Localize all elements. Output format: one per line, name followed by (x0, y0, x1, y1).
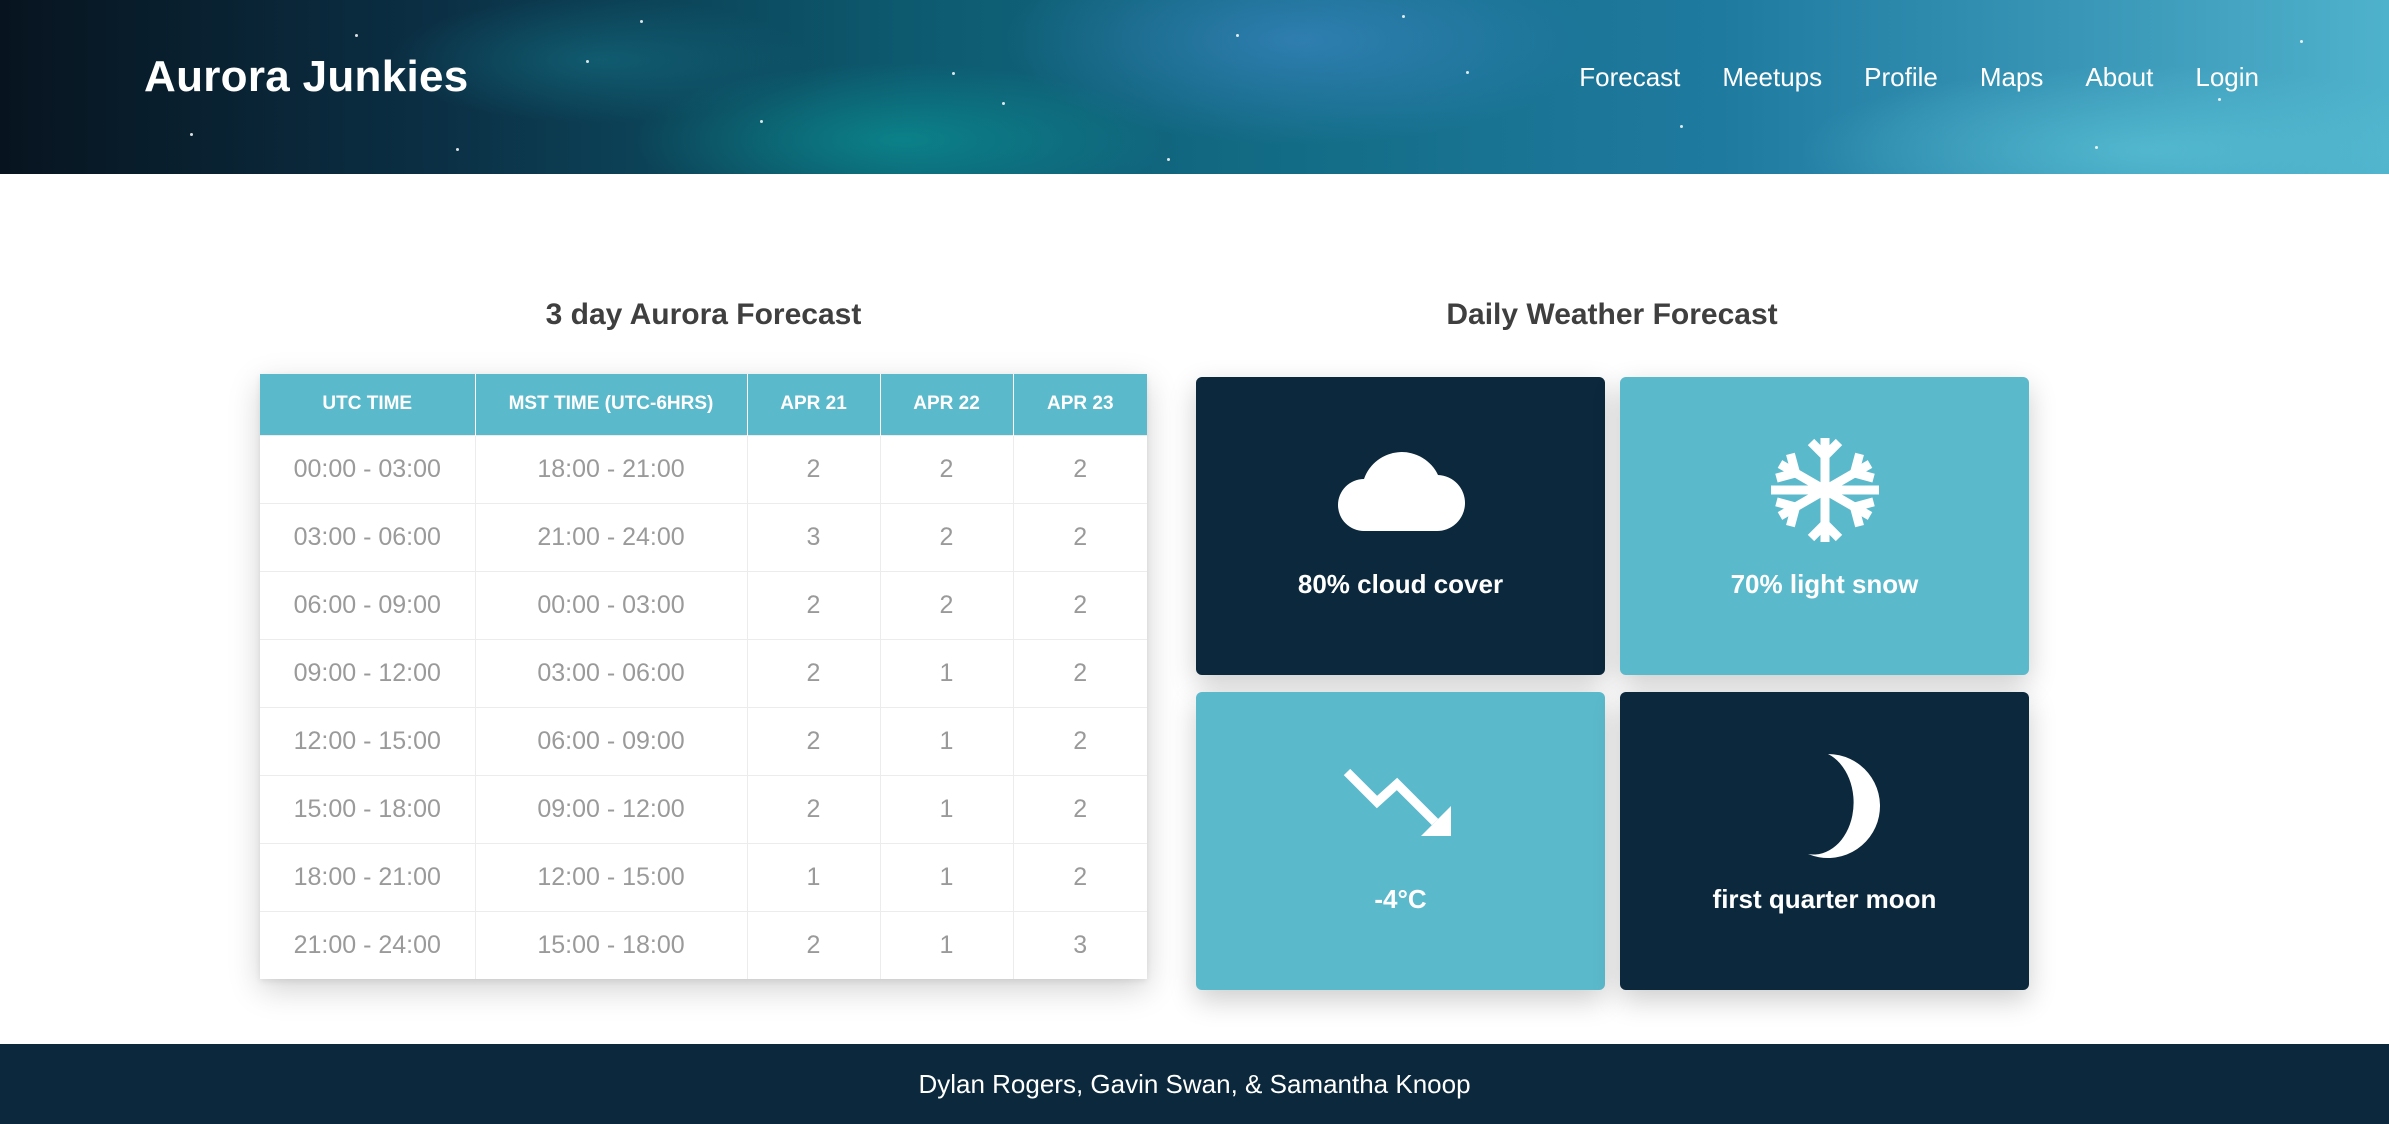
table-cell: 2 (880, 434, 1014, 503)
footer-credits: Dylan Rogers, Gavin Swan, & Samantha Kno… (918, 1068, 1471, 1099)
table-row: 06:00 - 09:00 00:00 - 03:00 2 2 2 (260, 570, 1147, 639)
table-cell: 15:00 - 18:00 (260, 774, 476, 843)
weather-card-snow: 70% light snow (1620, 377, 2029, 675)
weather-card-moon: first quarter moon (1620, 692, 2029, 990)
weather-card-label: -4°C (1374, 884, 1427, 914)
aurora-forecast-table: UTC TIME MST TIME (UTC-6HRS) APR 21 APR … (260, 374, 1147, 979)
table-cell: 18:00 - 21:00 (475, 434, 748, 503)
aurora-forecast-title: 3 day Aurora Forecast (545, 298, 862, 331)
table-cell: 1 (880, 910, 1014, 979)
table-row: 21:00 - 24:00 15:00 - 18:00 2 1 3 (260, 910, 1147, 979)
table-cell: 1 (747, 842, 881, 911)
table-row: 03:00 - 06:00 21:00 - 24:00 3 2 2 (260, 502, 1147, 571)
nav-login[interactable]: Login (2195, 62, 2259, 93)
table-cell: 1 (880, 638, 1014, 707)
table-cell: 2 (1013, 638, 1147, 707)
column-header: APR 21 (747, 374, 881, 435)
table-cell: 2 (1013, 434, 1147, 503)
table-cell: 2 (1013, 774, 1147, 843)
table-cell: 2 (747, 706, 881, 775)
table-cell: 1 (880, 774, 1014, 843)
table-cell: 00:00 - 03:00 (475, 570, 748, 639)
column-header: MST TIME (UTC-6HRS) (475, 374, 748, 435)
table-row: 15:00 - 18:00 09:00 - 12:00 2 1 2 (260, 774, 1147, 843)
weather-card-label: 80% cloud cover (1297, 569, 1504, 599)
table-cell: 03:00 - 06:00 (475, 638, 748, 707)
table-cell: 2 (880, 502, 1014, 571)
weather-card-cloud: 80% cloud cover (1196, 377, 1605, 675)
table-cell: 2 (1013, 570, 1147, 639)
table-cell: 1 (880, 706, 1014, 775)
table-cell: 12:00 - 15:00 (475, 842, 748, 911)
weather-card-temperature: -4°C (1196, 692, 1605, 990)
column-header: UTC TIME (260, 374, 476, 435)
table-row: 00:00 - 03:00 18:00 - 21:00 2 2 2 (260, 434, 1147, 503)
moon-icon (1770, 750, 1880, 860)
table-header-row: UTC TIME MST TIME (UTC-6HRS) APR 21 APR … (260, 374, 1147, 435)
table-cell: 06:00 - 09:00 (260, 570, 476, 639)
table-cell: 15:00 - 18:00 (475, 910, 748, 979)
table-cell: 2 (880, 570, 1014, 639)
table-cell: 3 (747, 502, 881, 571)
table-cell: 03:00 - 06:00 (260, 502, 476, 571)
table-cell: 2 (747, 774, 881, 843)
table-cell: 2 (747, 910, 881, 979)
table-cell: 12:00 - 15:00 (260, 706, 476, 775)
nav-maps[interactable]: Maps (1980, 62, 2044, 93)
table-cell: 09:00 - 12:00 (475, 774, 748, 843)
column-header: APR 22 (880, 374, 1014, 435)
site-footer: Dylan Rogers, Gavin Swan, & Samantha Kno… (0, 1044, 2389, 1124)
nav-meetups[interactable]: Meetups (1722, 62, 1822, 93)
table-cell: 06:00 - 09:00 (475, 706, 748, 775)
table-cell: 21:00 - 24:00 (260, 910, 476, 979)
table-cell: 2 (747, 570, 881, 639)
trend-down-icon (1341, 750, 1461, 860)
main-nav: Forecast Meetups Profile Maps About Logi… (1537, 62, 2259, 93)
table-cell: 00:00 - 03:00 (260, 434, 476, 503)
table-cell: 2 (1013, 842, 1147, 911)
table-cell: 2 (1013, 706, 1147, 775)
table-row: 09:00 - 12:00 03:00 - 06:00 2 1 2 (260, 638, 1147, 707)
cloud-icon (1336, 435, 1466, 545)
nav-profile[interactable]: Profile (1864, 62, 1938, 93)
weather-forecast-title: Daily Weather Forecast (1446, 298, 1778, 331)
table-cell: 2 (1013, 502, 1147, 571)
table-row: 18:00 - 21:00 12:00 - 15:00 1 1 2 (260, 842, 1147, 911)
table-cell: 21:00 - 24:00 (475, 502, 748, 571)
weather-card-label: first quarter moon (1712, 884, 1937, 914)
nav-about[interactable]: About (2085, 62, 2153, 93)
nav-forecast[interactable]: Forecast (1579, 62, 1680, 93)
table-cell: 1 (880, 842, 1014, 911)
brand-title[interactable]: Aurora Junkies (144, 52, 469, 102)
table-cell: 18:00 - 21:00 (260, 842, 476, 911)
weather-card-label: 70% light snow (1730, 569, 1919, 599)
table-cell: 3 (1013, 910, 1147, 979)
column-header: APR 23 (1013, 374, 1147, 435)
table-row: 12:00 - 15:00 06:00 - 09:00 2 1 2 (260, 706, 1147, 775)
table-cell: 2 (747, 638, 881, 707)
site-header: Aurora Junkies Forecast Meetups Profile … (0, 0, 2389, 174)
table-cell: 09:00 - 12:00 (260, 638, 476, 707)
snowflake-icon (1770, 435, 1880, 545)
table-cell: 2 (747, 434, 881, 503)
